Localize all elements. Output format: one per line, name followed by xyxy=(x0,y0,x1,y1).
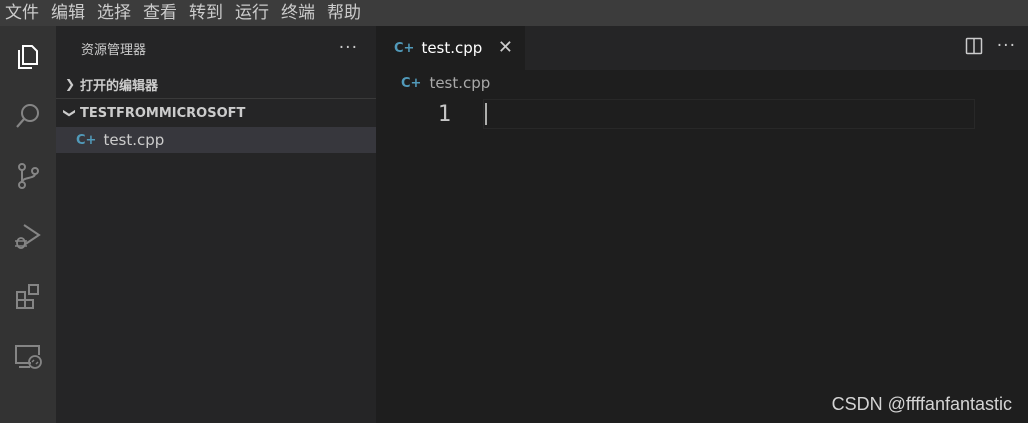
cpp-file-icon: C+ xyxy=(401,75,422,91)
breadcrumb: C+ test.cpp xyxy=(376,70,1028,96)
open-editors-label: 打开的编辑器 xyxy=(80,78,159,94)
activity-bar xyxy=(0,26,56,423)
folder-label: TESTFROMMICROSOFT xyxy=(80,105,246,121)
folder-section[interactable]: ❯ TESTFROMMICROSOFT xyxy=(56,99,376,127)
file-name: test.cpp xyxy=(103,131,165,149)
text-cursor xyxy=(485,103,487,125)
tab-bar: C+ test.cpp ✕ ··· xyxy=(376,26,1028,70)
menu-go[interactable]: 转到 xyxy=(184,0,230,26)
menu-terminal[interactable]: 终端 xyxy=(276,0,322,26)
menu-help[interactable]: 帮助 xyxy=(322,0,368,26)
cpp-file-icon: C+ xyxy=(394,40,415,56)
editor-more-button[interactable]: ··· xyxy=(997,36,1016,56)
activity-extensions[interactable] xyxy=(0,266,56,326)
activity-remote-explorer[interactable] xyxy=(0,326,56,386)
tab-label: test.cpp xyxy=(421,39,483,57)
remote-explorer-icon xyxy=(15,345,42,369)
code-line: 1 xyxy=(376,99,976,131)
activity-explorer[interactable] xyxy=(0,26,56,86)
menu-file[interactable]: 文件 xyxy=(0,0,46,26)
line-number: 1 xyxy=(437,102,451,127)
current-line-highlight[interactable] xyxy=(483,99,975,129)
source-control-icon xyxy=(18,163,39,189)
activity-run-debug[interactable] xyxy=(0,206,56,266)
explorer-sidebar: 资源管理器 ··· ❯ 打开的编辑器 ❯ TESTFROMMICROSOFT C… xyxy=(56,26,376,423)
activity-source-control[interactable] xyxy=(0,146,56,206)
editor-area: C+ test.cpp ✕ ··· C+ test.cpp 1 xyxy=(376,26,1028,423)
split-editor-icon[interactable] xyxy=(965,37,983,55)
editor-tab[interactable]: C+ test.cpp ✕ xyxy=(376,26,525,70)
menu-run[interactable]: 运行 xyxy=(230,0,276,26)
watermark: CSDN @ffffanfantastic xyxy=(831,394,1012,414)
chevron-down-icon: ❯ xyxy=(63,107,77,119)
open-editors-section[interactable]: ❯ 打开的编辑器 xyxy=(56,70,376,98)
close-icon[interactable]: ✕ xyxy=(498,37,513,58)
activity-search[interactable] xyxy=(0,86,56,146)
file-tree-item[interactable]: C+ test.cpp xyxy=(56,127,376,153)
sidebar-header: 资源管理器 ··· xyxy=(56,26,376,70)
menu-edit[interactable]: 编辑 xyxy=(46,0,92,26)
search-icon xyxy=(16,104,39,128)
breadcrumb-file[interactable]: test.cpp xyxy=(429,74,490,92)
menu-selection[interactable]: 选择 xyxy=(92,0,138,26)
files-icon xyxy=(18,45,38,69)
menu-bar: 文件 编辑 选择 查看 转到 运行 终端 帮助 xyxy=(0,0,1028,26)
sidebar-title: 资源管理器 xyxy=(81,42,147,58)
extensions-icon xyxy=(16,284,39,309)
menu-view[interactable]: 查看 xyxy=(138,0,184,26)
sidebar-more-button[interactable]: ··· xyxy=(339,38,358,58)
cpp-file-icon: C+ xyxy=(76,132,97,148)
run-debug-icon xyxy=(15,224,41,249)
tab-actions: ··· xyxy=(965,36,1016,56)
chevron-right-icon: ❯ xyxy=(64,77,76,91)
